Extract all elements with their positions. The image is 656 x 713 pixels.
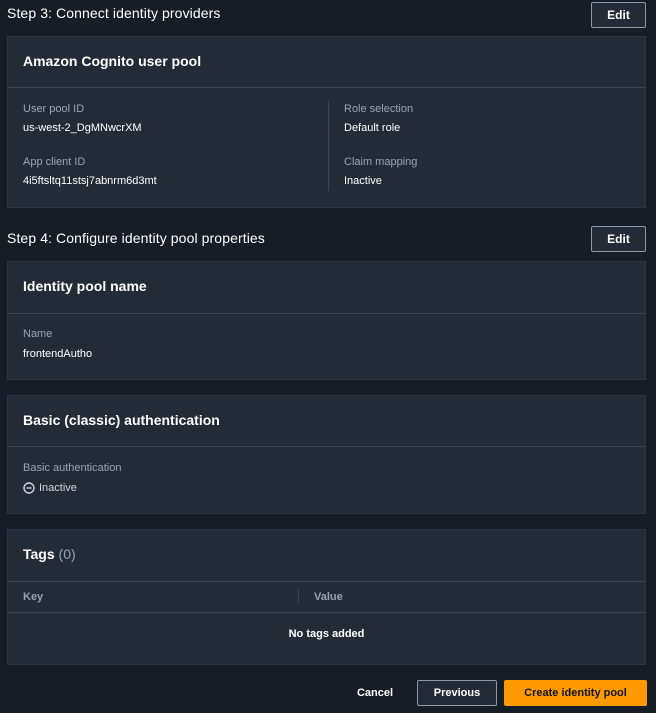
step4-edit-button[interactable]: Edit [591,226,646,252]
tags-empty-state: No tags added [288,628,365,640]
basic-auth-card: Basic (classic) authentication Basic aut… [7,395,646,514]
identity-pool-name-card-title: Identity pool name [23,278,147,294]
minus-circle-icon [23,482,35,494]
card-divider [8,446,645,447]
basic-auth-card-title: Basic (classic) authentication [23,412,220,428]
tags-card-title: Tags (0) [8,546,76,562]
card-divider [8,313,645,314]
role-selection-value: Default role [344,122,401,134]
app-client-id-label: App client ID [23,156,86,168]
step3-edit-button[interactable]: Edit [591,2,646,28]
previous-button[interactable]: Previous [417,680,497,706]
card-divider [8,581,645,582]
step4-heading: Step 4: Configure identity pool properti… [7,230,265,246]
basic-auth-value: Inactive [39,482,77,494]
app-client-id-value: 4i5ftsltq11stsj7abnrm6d3mt [23,175,157,187]
tags-card: Tags (0) Key Value No tags added [7,529,646,665]
column-header-divider [298,589,299,603]
tags-column-value: Value [314,591,343,603]
tags-column-key: Key [23,591,44,603]
role-selection-label: Role selection [344,103,414,115]
claim-mapping-value: Inactive [344,175,382,187]
tags-title: Tags [23,546,55,562]
identity-pool-name-card: Identity pool name Name frontendAutho [7,261,646,380]
user-pool-id-value: us-west-2_DgMNwcrXM [23,122,142,134]
claim-mapping-label: Claim mapping [344,156,418,168]
name-label: Name [23,328,53,340]
basic-auth-status: Inactive [23,482,77,494]
table-header-divider [8,612,645,613]
basic-auth-label: Basic authentication [23,462,122,474]
step3-heading: Step 3: Connect identity providers [7,5,221,21]
cancel-button[interactable]: Cancel [350,680,400,706]
cognito-user-pool-card-title: Amazon Cognito user pool [23,53,202,69]
user-pool-id-label: User pool ID [23,103,85,115]
column-divider [328,101,329,191]
tags-count: (0) [58,546,76,562]
create-identity-pool-button[interactable]: Create identity pool [504,680,647,706]
name-value: frontendAutho [23,348,93,360]
cognito-user-pool-card: Amazon Cognito user pool User pool ID us… [7,36,646,208]
card-divider [8,87,645,88]
